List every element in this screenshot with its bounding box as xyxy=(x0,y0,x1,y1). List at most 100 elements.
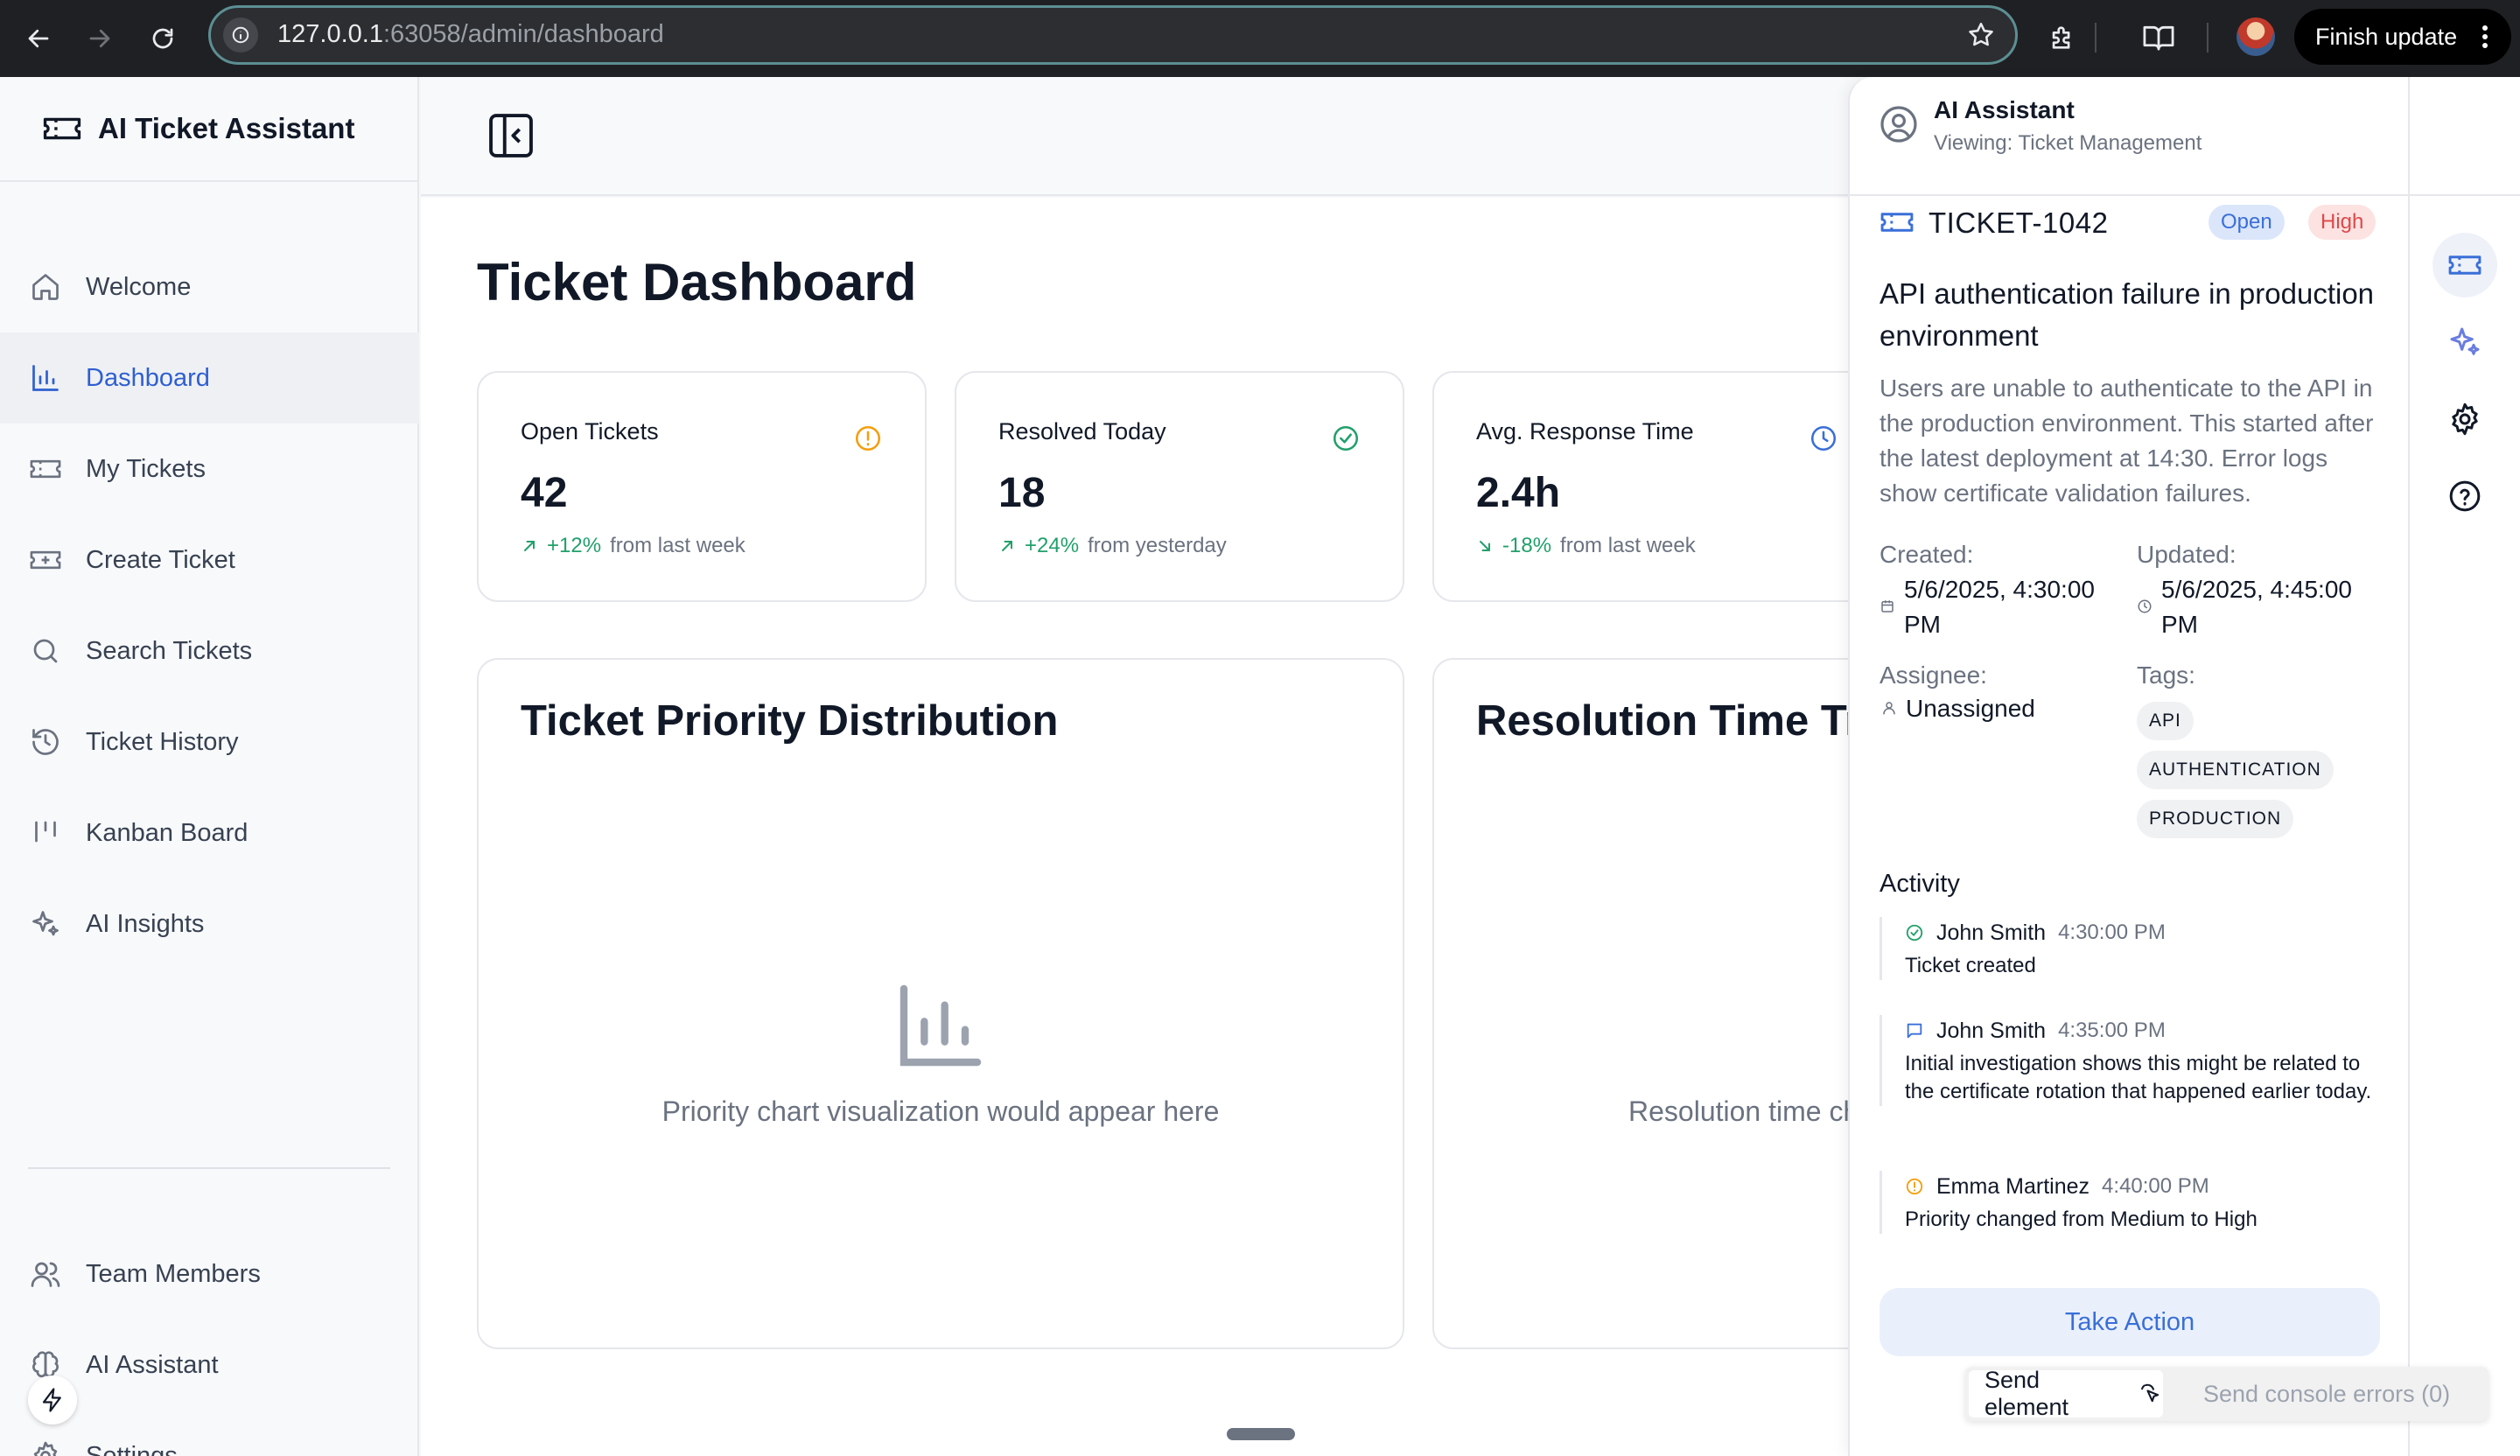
browser-toolbar: 127.0.0.1:63058/admin/dashboard Finish u… xyxy=(0,0,2520,77)
change-percent: +24% xyxy=(1025,534,1080,557)
ticket-icon xyxy=(28,452,63,486)
clock-icon xyxy=(2137,598,2152,614)
stat-change: +24% from yesterday xyxy=(998,534,1227,558)
activity-time: 4:35:00 PM xyxy=(2058,1018,2166,1042)
help-circle-icon[interactable] xyxy=(2432,464,2497,528)
user-icon xyxy=(1881,700,1897,716)
stat-label: Resolved Today xyxy=(998,418,1166,444)
ticket-icon[interactable] xyxy=(2432,233,2497,298)
sidebar-item-label: Search Tickets xyxy=(86,636,253,665)
back-button[interactable] xyxy=(16,16,61,61)
devtools-floating-bar: Send element Send console errors (0) xyxy=(1965,1367,2488,1421)
ticket-description: Users are unable to authenticate to the … xyxy=(1880,374,2374,507)
panel-header: AI Assistant Viewing: Ticket Management xyxy=(1850,77,2408,196)
address-bar[interactable]: 127.0.0.1:63058/admin/dashboard xyxy=(208,5,2018,65)
take-action-button[interactable]: Take Action xyxy=(1880,1288,2380,1356)
stat-card-avg-response-time: Avg. Response Time 2.4h -18% from last w… xyxy=(1432,371,1882,602)
created-value: 5/6/2025, 4:30:00 PM xyxy=(1904,576,2095,638)
calendar-icon xyxy=(1880,598,1895,614)
sidebar-item-label: Team Members xyxy=(86,1259,261,1288)
activity-time: 4:40:00 PM xyxy=(2102,1174,2209,1198)
check-circle-icon xyxy=(1331,424,1361,453)
ticket-title: API authentication failure in production… xyxy=(1880,277,2375,352)
more-vertical-icon[interactable] xyxy=(2482,24,2488,49)
app-brand[interactable]: AI Ticket Assistant xyxy=(42,112,354,145)
search-icon xyxy=(28,634,63,668)
chart-card-priority: Ticket Priority Distribution Priority ch… xyxy=(477,658,1404,1349)
sidebar-item-label: Create Ticket xyxy=(86,545,235,574)
settings-icon xyxy=(28,1438,63,1456)
divider xyxy=(0,180,419,182)
app-title: AI Ticket Assistant xyxy=(98,112,355,144)
ticket-plus-icon xyxy=(28,542,63,578)
sidebar-item-dashboard[interactable]: Dashboard xyxy=(0,332,419,424)
kanban-icon xyxy=(28,816,63,850)
trend-up-icon xyxy=(998,537,1016,555)
sparkles-icon[interactable] xyxy=(2432,310,2497,374)
user-circle-icon xyxy=(1878,103,1920,145)
sidebar-item-welcome[interactable]: Welcome xyxy=(0,242,419,332)
sidebar-item-ai-insights[interactable]: AI Insights xyxy=(0,878,419,970)
users-icon xyxy=(28,1256,63,1292)
sidebar-item-label: AI Assistant xyxy=(86,1350,219,1379)
trend-down-icon xyxy=(1476,537,1494,555)
chart-title: Ticket Priority Distribution xyxy=(521,697,1059,745)
check-circle-icon xyxy=(1905,923,1924,942)
profile-avatar[interactable] xyxy=(2236,18,2275,56)
ticket-icon xyxy=(42,113,82,144)
bookmark-star-icon[interactable] xyxy=(1966,20,1996,50)
activity-text: Ticket created xyxy=(1905,954,2036,977)
sparkles-icon xyxy=(28,906,63,942)
ticket-id: TICKET-1042 xyxy=(1928,206,2109,239)
forward-button[interactable] xyxy=(77,16,122,61)
site-info-icon[interactable] xyxy=(223,18,258,52)
sidebar-toggle-icon[interactable] xyxy=(486,110,536,161)
extensions-icon[interactable] xyxy=(2040,16,2084,60)
settings-icon[interactable] xyxy=(2432,387,2497,452)
reading-mode-icon[interactable] xyxy=(2137,16,2180,60)
activity-user: John Smith xyxy=(1936,1018,2047,1043)
activity-heading: Activity xyxy=(1880,870,1960,898)
stat-label: Avg. Response Time xyxy=(1476,418,1694,444)
updated-value: 5/6/2025, 4:45:00 PM xyxy=(2161,576,2352,638)
activity-text: Priority changed from Medium to High xyxy=(1905,1208,2258,1231)
sidebar-item-label: Settings xyxy=(86,1441,178,1456)
message-icon xyxy=(1905,1021,1924,1040)
chart-placeholder-text: Priority chart visualization would appea… xyxy=(662,1096,1220,1127)
sidebar-item-my-tickets[interactable]: My Tickets xyxy=(0,424,419,514)
stat-label: Open Tickets xyxy=(521,418,659,444)
change-percent: +12% xyxy=(547,534,602,557)
bar-chart-icon xyxy=(28,360,63,396)
send-console-errors-button[interactable]: Send console errors (0) xyxy=(2203,1381,2450,1408)
reload-button[interactable] xyxy=(140,16,186,61)
scroll-handle[interactable] xyxy=(1227,1428,1295,1440)
sidebar-item-team-members[interactable]: Team Members xyxy=(0,1228,419,1320)
stat-change: +12% from last week xyxy=(521,534,746,558)
assignee-value: Unassigned xyxy=(1906,695,2035,722)
bar-chart-icon xyxy=(892,976,990,1074)
sidebar-item-label: AI Insights xyxy=(86,909,205,938)
pointer-click-icon xyxy=(2138,1382,2163,1406)
sidebar-item-search-tickets[interactable]: Search Tickets xyxy=(0,606,419,696)
tag-chip: API xyxy=(2137,702,2194,740)
activity-text: Initial investigation shows this might b… xyxy=(1905,1052,2372,1103)
change-period: from last week xyxy=(1560,534,1696,557)
activity-item: John Smith 4:30:00 PM Ticket created xyxy=(1880,917,2387,980)
activity-item: Emma Martinez 4:40:00 PM Priority change… xyxy=(1880,1171,2387,1234)
tag-chip: PRODUCTION xyxy=(2137,800,2294,838)
ai-assistant-panel: AI Assistant Viewing: Ticket Management … xyxy=(1848,77,2408,1456)
divider xyxy=(28,1167,390,1169)
sidebar-item-ticket-history[interactable]: Ticket History xyxy=(0,696,419,788)
send-element-button[interactable]: Send element xyxy=(1969,1367,2163,1420)
change-period: from last week xyxy=(610,534,746,557)
finish-update-button[interactable]: Finish update xyxy=(2294,9,2511,65)
sidebar-item-label: Dashboard xyxy=(86,363,210,392)
sidebar-item-create-ticket[interactable]: Create Ticket xyxy=(0,514,419,606)
stat-value: 2.4h xyxy=(1476,470,1561,516)
sidebar-item-label: Welcome xyxy=(86,272,192,301)
sidebar-item-label: Ticket History xyxy=(86,727,239,756)
sidebar-item-kanban-board[interactable]: Kanban Board xyxy=(0,788,419,878)
stat-card-open-tickets: Open Tickets 42 +12% from last week xyxy=(477,371,927,602)
priority-badge: High xyxy=(2308,205,2376,240)
bolt-icon[interactable] xyxy=(28,1376,77,1424)
